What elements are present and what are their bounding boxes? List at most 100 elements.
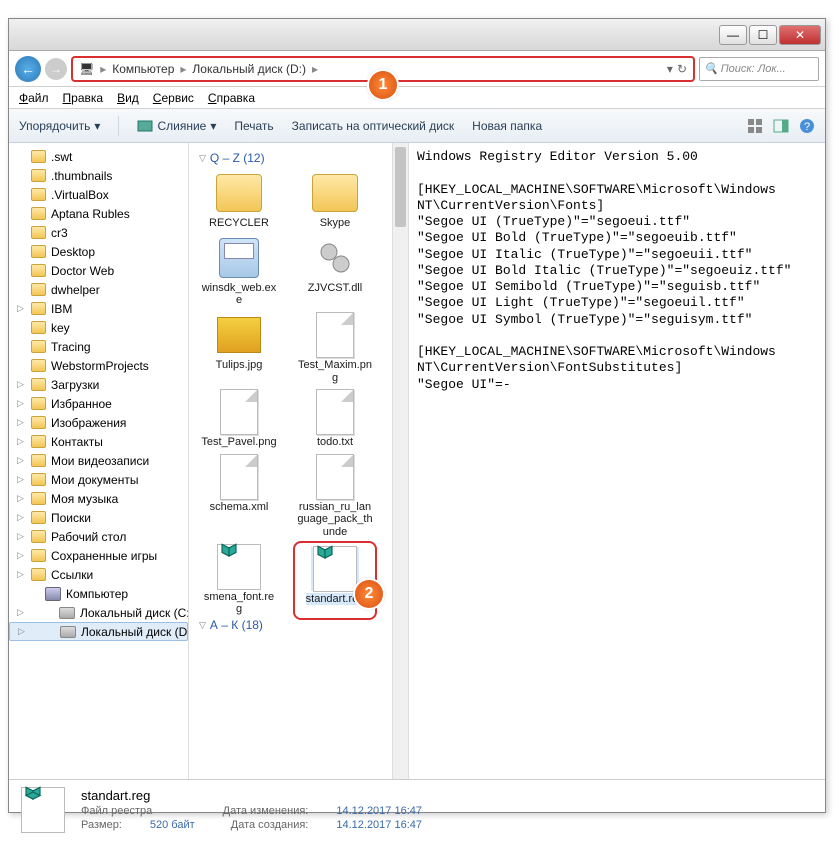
group-header[interactable]: Q – Z (12) xyxy=(197,149,408,171)
search-placeholder: Поиск: Лок... xyxy=(721,63,786,75)
print-button[interactable]: Печать xyxy=(234,119,273,133)
file-item[interactable]: winsdk_web.exe xyxy=(201,236,277,307)
menu-edit[interactable]: Правка xyxy=(63,91,104,105)
page-icon xyxy=(215,455,263,499)
preview-pane-icon[interactable] xyxy=(773,118,789,134)
folder-icon xyxy=(31,549,46,562)
tree-item[interactable]: key xyxy=(9,318,188,337)
folder-icon xyxy=(31,264,46,277)
tree-item-label: .VirtualBox xyxy=(51,188,109,202)
folder-icon xyxy=(31,188,46,201)
tree-item[interactable]: Моя музыка xyxy=(9,489,188,508)
file-name: Test_Maxim.png xyxy=(297,359,373,384)
menu-help[interactable]: Справка xyxy=(208,91,255,105)
file-item[interactable]: ZJVCST.dll xyxy=(297,236,373,307)
reg-icon xyxy=(311,547,359,591)
tree-item[interactable]: Поиски xyxy=(9,508,188,527)
navigation-tree[interactable]: .swt .thumbnails .VirtualBox Aptana Rubles c… xyxy=(9,143,189,779)
tree-item[interactable]: .thumbnails xyxy=(9,166,188,185)
tree-item[interactable]: Сохраненные игры xyxy=(9,546,188,565)
tree-item-label: WebstormProjects xyxy=(51,359,149,373)
tree-item-label: .thumbnails xyxy=(51,169,112,183)
tree-item-label: Мои документы xyxy=(51,473,138,487)
tree-item[interactable]: Doctor Web xyxy=(9,261,188,280)
close-button[interactable]: ✕ xyxy=(779,25,821,45)
tree-item-label: Компьютер xyxy=(66,587,128,601)
tree-item[interactable]: cr3 xyxy=(9,223,188,242)
tree-item[interactable]: .swt xyxy=(9,147,188,166)
tree-item[interactable]: Рабочий стол xyxy=(9,527,188,546)
menu-view[interactable]: Вид xyxy=(117,91,139,105)
details-modified-value: 14.12.2017 16:47 xyxy=(336,805,422,817)
folder-icon xyxy=(31,416,46,429)
computer-icon: 🖥 xyxy=(79,62,94,76)
folder-icon xyxy=(31,169,46,182)
tree-item[interactable]: Локальный диск (C:) xyxy=(9,603,188,622)
details-modified-label: Дата изменения: xyxy=(223,805,309,817)
menu-file[interactable]: Файл xyxy=(19,91,49,105)
tree-item-label: cr3 xyxy=(51,226,68,240)
tree-item[interactable]: Мои документы xyxy=(9,470,188,489)
tree-item[interactable]: Контакты xyxy=(9,432,188,451)
group-header[interactable]: А – К (18) xyxy=(197,616,408,638)
help-icon[interactable]: ? xyxy=(799,118,815,134)
search-input[interactable]: 🔍 Поиск: Лок... xyxy=(699,57,819,81)
minimize-button[interactable]: — xyxy=(719,25,747,45)
tree-item-label: Рабочий стол xyxy=(51,530,126,544)
tree-item[interactable]: Aptana Rubles xyxy=(9,204,188,223)
tree-item[interactable]: IBM xyxy=(9,299,188,318)
file-item[interactable]: RECYCLER xyxy=(201,171,277,230)
file-item[interactable]: russian_ru_language_pack_thunde xyxy=(297,455,373,539)
tree-item[interactable]: Загрузки xyxy=(9,375,188,394)
tree-item[interactable]: Изображения xyxy=(9,413,188,432)
merge-button[interactable]: Слияние▾ xyxy=(137,118,216,134)
menu-tools[interactable]: Сервис xyxy=(153,91,194,105)
file-item[interactable]: Skype xyxy=(297,171,373,230)
tree-item[interactable]: dwhelper xyxy=(9,280,188,299)
tree-item[interactable]: .VirtualBox xyxy=(9,185,188,204)
file-item[interactable]: smena_font.reg xyxy=(201,545,277,616)
svg-text:?: ? xyxy=(804,121,810,133)
file-item[interactable]: Test_Pavel.png xyxy=(201,390,277,449)
tree-item[interactable]: Ссылки xyxy=(9,565,188,584)
file-name: todo.txt xyxy=(317,436,353,449)
file-item[interactable]: Test_Maxim.png xyxy=(297,313,373,384)
address-dropdown-icon[interactable]: ▾ xyxy=(667,62,673,76)
tree-item[interactable]: Мои видеозаписи xyxy=(9,451,188,470)
forward-button[interactable]: → xyxy=(45,58,67,80)
file-item[interactable]: standart.reg2 xyxy=(297,545,373,616)
scrollbar[interactable] xyxy=(392,143,408,779)
view-options-icon[interactable] xyxy=(747,118,763,134)
tree-item-label: Aptana Rubles xyxy=(51,207,130,221)
tree-item-label: Контакты xyxy=(51,435,103,449)
folder-icon xyxy=(31,454,46,467)
burn-button[interactable]: Записать на оптический диск xyxy=(292,119,455,133)
preview-pane: Windows Registry Editor Version 5.00 [HK… xyxy=(409,143,825,779)
organize-button[interactable]: Упорядочить▾ xyxy=(19,119,100,133)
file-name: RECYCLER xyxy=(209,217,269,230)
refresh-icon[interactable]: ↻ xyxy=(677,62,687,76)
tree-item[interactable]: WebstormProjects xyxy=(9,356,188,375)
file-item[interactable]: Tulips.jpg xyxy=(201,313,277,384)
breadcrumb-computer[interactable]: Компьютер xyxy=(112,62,174,76)
maximize-button[interactable]: ☐ xyxy=(749,25,777,45)
tree-item[interactable]: Избранное xyxy=(9,394,188,413)
file-item[interactable]: todo.txt xyxy=(297,390,373,449)
new-folder-button[interactable]: Новая папка xyxy=(472,119,542,133)
separator xyxy=(118,116,119,136)
back-button[interactable]: ← xyxy=(15,56,41,82)
file-list[interactable]: Q – Z (12) RECYCLER Skype winsdk_web.exe ZJV… xyxy=(189,143,409,779)
breadcrumb-drive[interactable]: Локальный диск (D:) xyxy=(192,62,306,76)
folder-icon xyxy=(31,245,46,258)
page-icon xyxy=(311,390,359,434)
tree-item[interactable]: Desktop xyxy=(9,242,188,261)
pc-icon xyxy=(45,587,61,601)
tree-item[interactable]: Локальный диск (D:) xyxy=(9,622,188,641)
file-name: winsdk_web.exe xyxy=(201,282,277,307)
tree-item[interactable]: Компьютер xyxy=(9,584,188,603)
folder-icon xyxy=(31,359,46,372)
file-item[interactable]: schema.xml xyxy=(201,455,277,539)
file-name: Tulips.jpg xyxy=(216,359,263,372)
file-name: ZJVCST.dll xyxy=(308,282,362,295)
tree-item[interactable]: Tracing xyxy=(9,337,188,356)
